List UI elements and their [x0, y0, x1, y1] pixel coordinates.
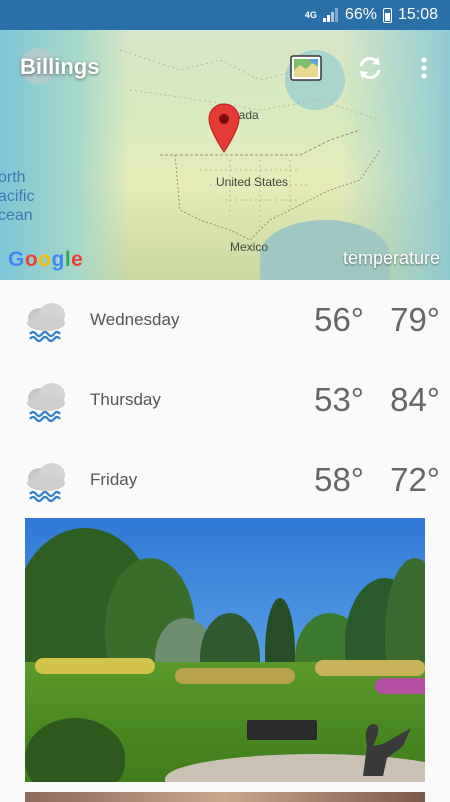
forecast-high-temp: 79°	[390, 301, 440, 338]
forecast-day: Wednesday	[90, 310, 180, 329]
city-title: Billings	[20, 54, 100, 79]
map-overlay-label[interactable]: temperature	[343, 248, 440, 269]
forecast-high-temp: 84°	[390, 381, 440, 418]
map-icon	[290, 55, 322, 81]
refresh-icon	[359, 57, 381, 79]
forecast-row[interactable]: Friday 58° 72°	[0, 440, 450, 520]
photo-flower-bed	[35, 658, 155, 674]
map-label-usa: United States	[216, 175, 289, 189]
network-indicator: 4G	[304, 9, 317, 20]
more-vertical-icon	[421, 57, 427, 79]
map-ocean-label-2: acific	[0, 188, 35, 205]
google-logo: Google	[8, 248, 84, 271]
map-ocean-label-3: cean	[0, 207, 33, 224]
photo-swan-statue	[363, 724, 411, 776]
forecast-low-temp: 56°	[314, 301, 364, 338]
photo-flower-bed	[315, 660, 425, 676]
forecast-day: Friday	[90, 470, 138, 489]
location-pin-icon[interactable]	[207, 102, 241, 154]
battery-percent: 66%	[344, 6, 377, 23]
map-ocean-label-1: orth	[0, 169, 26, 186]
forecast-list: Wednesday 56° 79° Thursday 53° 84° Frida…	[0, 280, 450, 520]
forecast-day: Thursday	[90, 390, 161, 409]
map-toggle-button[interactable]	[288, 50, 324, 86]
rain-cloud-icon	[27, 383, 65, 423]
forecast-high-temp: 72°	[390, 461, 440, 498]
rain-cloud-icon	[27, 463, 65, 503]
photo-flower-bed	[175, 668, 295, 684]
rain-cloud-icon	[27, 303, 65, 343]
map-header[interactable]: orth acific cean nada United States Mexi…	[0, 30, 450, 280]
battery-icon	[382, 7, 392, 23]
signal-icon	[322, 8, 338, 22]
next-card-peek	[25, 792, 425, 802]
forecast-row[interactable]: Thursday 53° 84°	[0, 360, 450, 440]
clock: 15:08	[397, 6, 438, 23]
city-photo[interactable]	[25, 518, 425, 782]
photo-flower-bed	[375, 678, 425, 694]
more-options-button[interactable]	[406, 50, 442, 86]
photo-bench	[247, 720, 317, 740]
forecast-row[interactable]: Wednesday 56° 79°	[0, 280, 450, 360]
map-label-mexico: Mexico	[230, 240, 269, 254]
forecast-low-temp: 53°	[314, 381, 364, 418]
forecast-low-temp: 58°	[314, 461, 364, 498]
status-bar: 4G 66% 15:08	[0, 0, 450, 30]
refresh-button[interactable]	[352, 50, 388, 86]
